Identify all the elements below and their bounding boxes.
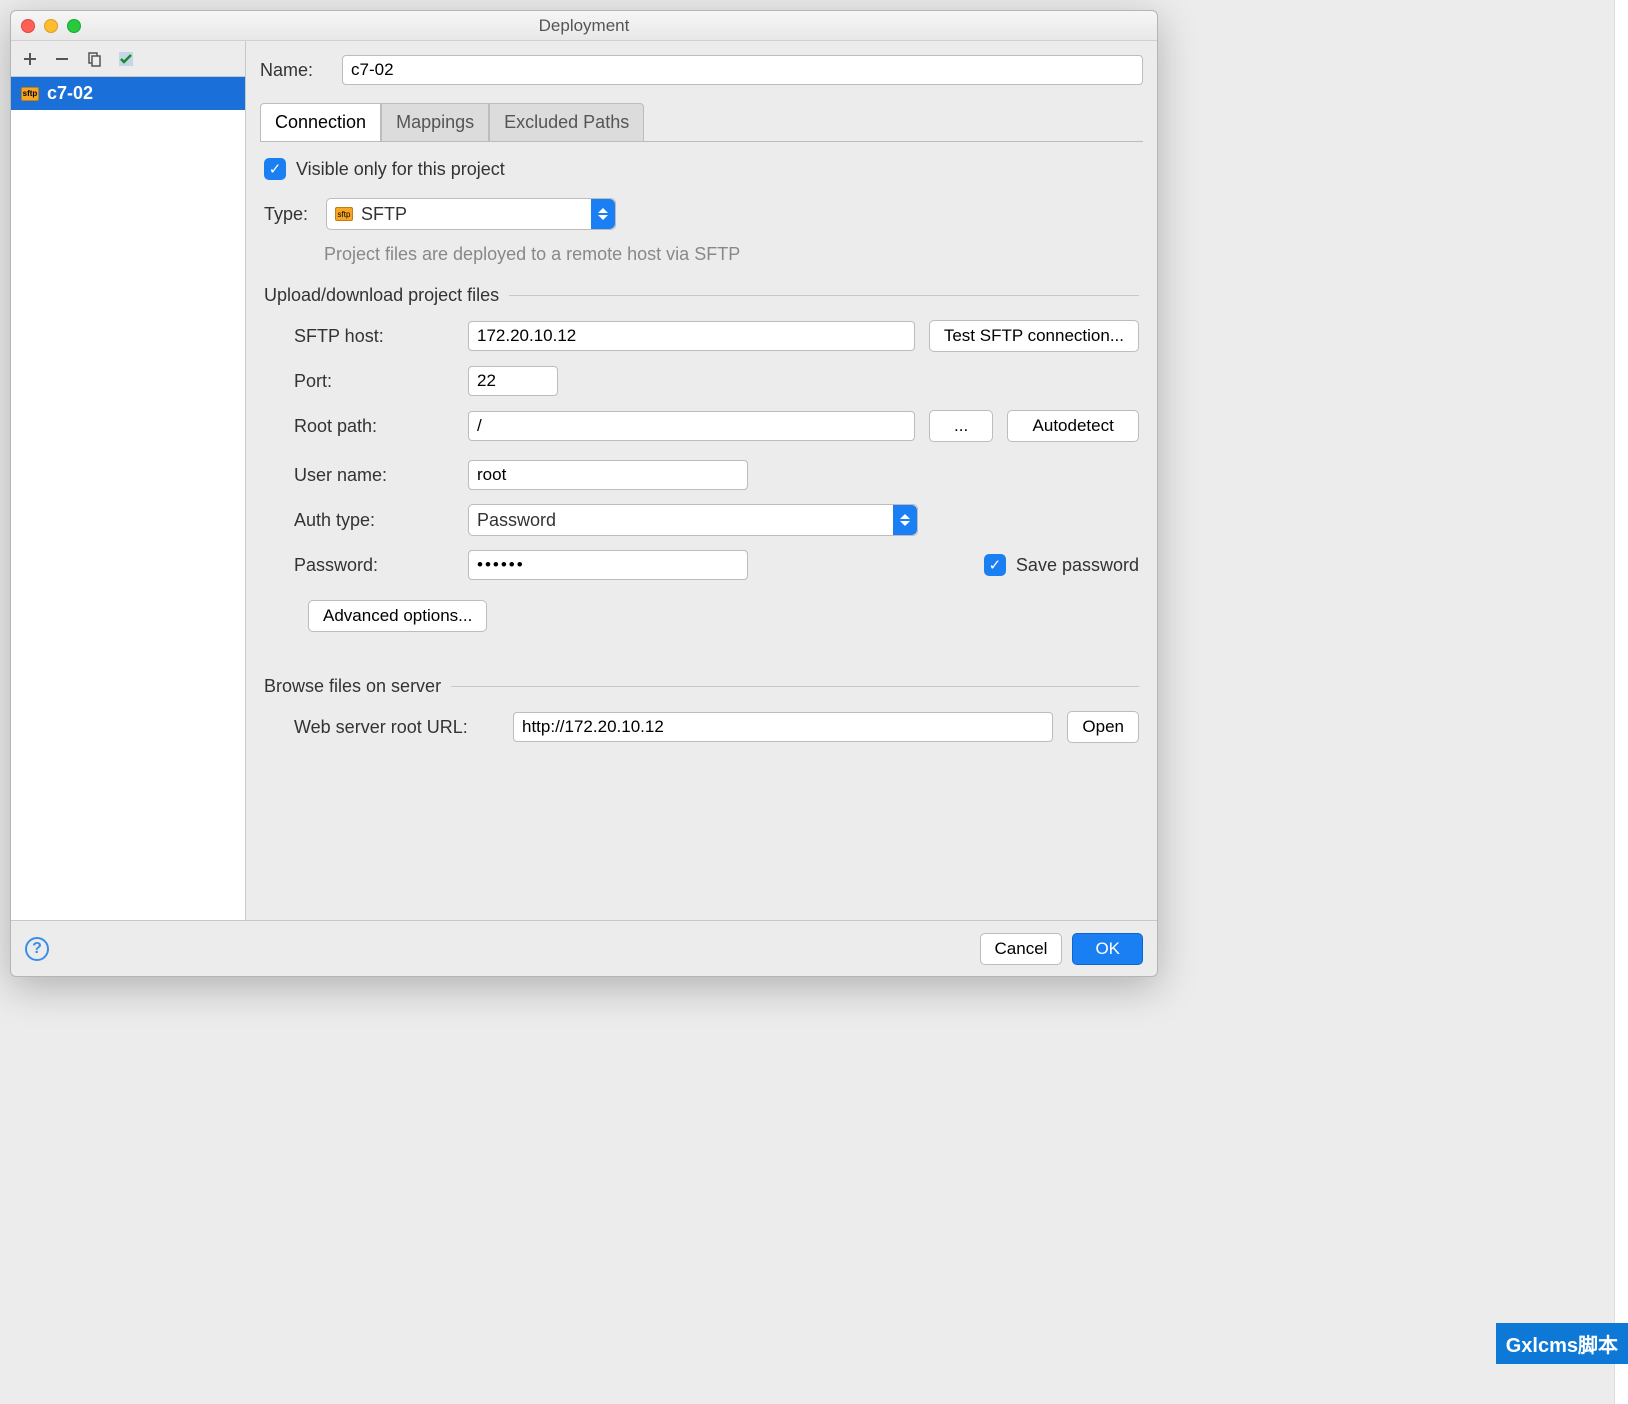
divider: [451, 686, 1139, 687]
copy-server-button[interactable]: [85, 50, 103, 68]
auth-type-select[interactable]: Password: [468, 504, 918, 536]
autodetect-button[interactable]: Autodetect: [1007, 410, 1139, 442]
visible-row: ✓ Visible only for this project: [264, 158, 1139, 180]
section-label: Upload/download project files: [264, 285, 499, 306]
remove-server-button[interactable]: [53, 50, 71, 68]
name-row: Name:: [260, 55, 1143, 85]
type-row: Type: sftp SFTP: [264, 198, 1139, 230]
tabs: Connection Mappings Excluded Paths: [260, 103, 1143, 141]
upload-form: SFTP host: Test SFTP connection... Port:…: [264, 320, 1139, 442]
web-url-label: Web server root URL:: [294, 717, 499, 738]
open-url-button[interactable]: Open: [1067, 711, 1139, 743]
deployment-dialog: Deployment sftp c7-02 Name:: [10, 10, 1158, 977]
type-value: SFTP: [361, 204, 407, 225]
auth-type-value: Password: [477, 510, 556, 531]
auth-type-label: Auth type:: [294, 510, 454, 531]
help-button[interactable]: ?: [25, 937, 49, 961]
root-path-label: Root path:: [294, 416, 454, 437]
server-item-c7-02[interactable]: sftp c7-02: [11, 77, 245, 110]
ok-button[interactable]: OK: [1072, 933, 1143, 965]
main-panel: Name: Connection Mappings Excluded Paths…: [246, 41, 1157, 920]
auth-form: User name: Auth type: Password Password:…: [264, 460, 1139, 580]
save-password-checkbox[interactable]: ✓: [984, 554, 1006, 576]
name-input[interactable]: [342, 55, 1143, 85]
user-input[interactable]: [468, 460, 748, 490]
server-item-label: c7-02: [47, 83, 93, 104]
dialog-footer: ? Cancel OK: [11, 920, 1157, 976]
visible-checkbox[interactable]: ✓: [264, 158, 286, 180]
sftp-icon: sftp: [21, 87, 39, 101]
port-label: Port:: [294, 371, 454, 392]
browse-root-button[interactable]: ...: [929, 410, 994, 442]
test-connection-button[interactable]: Test SFTP connection...: [929, 320, 1139, 352]
sidebar: sftp c7-02: [11, 41, 246, 920]
advanced-options-button[interactable]: Advanced options...: [308, 600, 487, 632]
upload-section-header: Upload/download project files: [264, 285, 1139, 306]
server-list: sftp c7-02: [11, 77, 245, 920]
web-url-input[interactable]: [513, 712, 1053, 742]
divider: [509, 295, 1139, 296]
type-hint: Project files are deployed to a remote h…: [324, 244, 1139, 265]
titlebar: Deployment: [11, 11, 1157, 41]
port-input[interactable]: [468, 366, 558, 396]
save-password-label: Save password: [1016, 555, 1139, 576]
window-title: Deployment: [11, 16, 1157, 36]
add-server-button[interactable]: [21, 50, 39, 68]
browse-section-header: Browse files on server: [264, 676, 1139, 697]
password-input[interactable]: [468, 550, 748, 580]
tab-connection[interactable]: Connection: [260, 103, 381, 141]
sftp-icon: sftp: [335, 207, 353, 221]
tab-excluded[interactable]: Excluded Paths: [489, 103, 644, 141]
section-label: Browse files on server: [264, 676, 441, 697]
tab-mappings[interactable]: Mappings: [381, 103, 489, 141]
visible-label: Visible only for this project: [296, 159, 505, 180]
root-path-input[interactable]: [468, 411, 915, 441]
sftp-host-label: SFTP host:: [294, 326, 454, 347]
type-select[interactable]: sftp SFTP: [326, 198, 616, 230]
chevron-updown-icon: [591, 199, 615, 229]
chevron-updown-icon: [893, 505, 917, 535]
validate-server-button[interactable]: [117, 50, 135, 68]
sftp-host-input[interactable]: [468, 321, 915, 351]
background-gutter: [1614, 0, 1628, 1404]
watermark: Gxlcms脚本: [1496, 1323, 1628, 1364]
sidebar-toolbar: [11, 41, 245, 77]
tab-panel-connection: ✓ Visible only for this project Type: sf…: [260, 141, 1143, 920]
cancel-button[interactable]: Cancel: [980, 933, 1063, 965]
user-label: User name:: [294, 465, 454, 486]
dialog-body: sftp c7-02 Name: Connection Mappings Exc…: [11, 41, 1157, 920]
save-password-row: ✓ Save password: [984, 554, 1139, 576]
type-label: Type:: [264, 204, 314, 225]
name-label: Name:: [260, 60, 330, 81]
password-label: Password:: [294, 555, 454, 576]
